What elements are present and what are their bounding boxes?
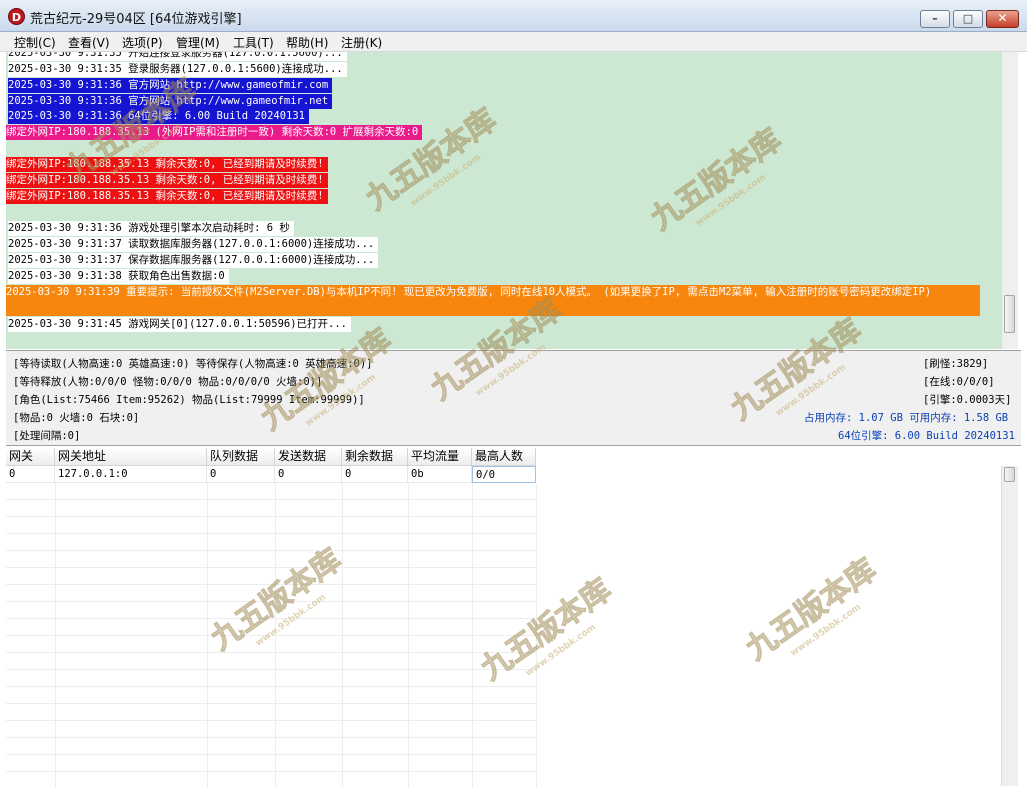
menu-tools[interactable]: 工具(T) <box>233 34 274 51</box>
status-items: [物品:0 火墙:0 石块:0] <box>13 412 140 424</box>
col-send-data[interactable]: 发送数据 <box>275 448 342 466</box>
app-icon: D <box>8 8 25 25</box>
log-line: 绑定外网IP:180.188.35.13 剩余天数:0, 已经到期请及时续费! <box>6 189 328 204</box>
cell-remaining-data: 0 <box>342 466 408 483</box>
status-online: [在线:0/0/0] <box>923 376 995 388</box>
menu-help[interactable]: 帮助(H) <box>286 34 328 51</box>
cell-queue-data: 0 <box>207 466 275 483</box>
log-scrollbar[interactable] <box>1001 52 1018 349</box>
log-line: 2025-03-30 9:31:38 获取角色出售数据:0 <box>8 269 229 284</box>
cell-avg-traffic: 0b <box>408 466 472 483</box>
log-line: 2025-03-30 9:31:37 保存数据库服务器(127.0.0.1:60… <box>8 253 379 268</box>
window-title: 荒古纪元-29号04区 [64位游戏引擎] <box>30 12 242 27</box>
menu-manage[interactable]: 管理(M) <box>176 34 220 51</box>
status-queue: [等待读取(人物高速:0 英雄高速:0) 等待保存(人物高速:0 英雄高速:0)… <box>13 358 373 370</box>
log-line: 2025-03-30 9:31:36 游戏处理引擎本次启动耗时: 6 秒 <box>8 221 294 236</box>
cell-gateway: 0 <box>6 466 55 483</box>
table-divider <box>408 483 409 788</box>
table-divider <box>536 483 537 788</box>
col-gateway[interactable]: 网关 <box>6 448 55 466</box>
close-button[interactable]: ✕ <box>986 10 1019 28</box>
cell-send-data: 0 <box>275 466 342 483</box>
status-interval: [处理间隔:0] <box>13 430 81 442</box>
log-line: 2025-03-30 9:31:45 游戏网关[0](127.0.0.1:505… <box>8 317 352 332</box>
table-divider <box>207 483 208 788</box>
log-panel[interactable]: 2025-03-30 9:31:35 开始连接登录服务器(127.0.0.1:5… <box>6 52 1001 349</box>
log-line: 2025-03-30 9:31:36 官方网站 http://www.gameo… <box>8 94 333 109</box>
log-line: 2025-03-30 9:31:35 登录服务器(127.0.0.1:5600)… <box>8 62 347 77</box>
menu-options[interactable]: 选项(P) <box>122 34 163 51</box>
maximize-button[interactable]: □ <box>953 10 983 28</box>
table-divider <box>342 483 343 788</box>
table-divider <box>275 483 276 788</box>
col-avg-traffic[interactable]: 平均流量 <box>408 448 472 466</box>
table-divider <box>55 483 56 788</box>
log-line: 绑定外网IP:180.188.35.13 剩余天数:0, 已经到期请及时续费! <box>6 157 328 172</box>
menu-register[interactable]: 注册(K) <box>341 34 382 51</box>
menu-bar: 控制(C) 查看(V) 选项(P) 管理(M) 工具(T) 帮助(H) 注册(K… <box>0 32 1027 52</box>
maximize-icon: □ <box>962 12 974 25</box>
log-line: 绑定外网IP:180.188.35.13 (外网IP需和注册时一致) 剩余天数:… <box>6 125 423 140</box>
status-engine-version: 64位引擎: 6.00 Build 20240131 <box>838 430 1015 442</box>
log-scroll-thumb[interactable] <box>1004 295 1015 333</box>
table-scrollbar[interactable] <box>1001 466 1018 786</box>
title-bar: D 荒古纪元-29号04区 [64位游戏引擎] – □ ✕ <box>0 0 1027 32</box>
table-scroll-thumb[interactable] <box>1004 467 1015 482</box>
status-spawn: [刷怪:3829] <box>923 358 989 370</box>
status-release: [等待释放(人物:0/0/0 怪物:0/0/0 物品:0/0/0/0 火墙:0)… <box>13 376 323 388</box>
gateway-table[interactable]: 网关 网关地址 队列数据 发送数据 剩余数据 平均流量 最高人数 0 127.0… <box>6 448 1007 788</box>
col-queue-data[interactable]: 队列数据 <box>207 448 275 466</box>
col-remaining-data[interactable]: 剩余数据 <box>342 448 408 466</box>
minimize-icon: – <box>932 12 938 25</box>
table-divider <box>472 483 473 788</box>
status-engine-days: [引擎:0.0003天] <box>923 394 1012 406</box>
minimize-button[interactable]: – <box>920 10 950 28</box>
log-line: 绑定外网IP:180.188.35.13 剩余天数:0, 已经到期请及时续费! <box>6 173 328 188</box>
log-line: 2025-03-30 9:31:36 官方网站 http://www.gameo… <box>8 78 333 93</box>
close-icon: ✕ <box>997 11 1008 25</box>
menu-control[interactable]: 控制(C) <box>14 34 56 51</box>
status-panel: [等待读取(人物高速:0 英雄高速:0) 等待保存(人物高速:0 英雄高速:0)… <box>6 350 1021 446</box>
status-memory: 占用内存: 1.07 GB 可用内存: 1.58 GB <box>804 412 1009 424</box>
col-gateway-address[interactable]: 网关地址 <box>55 448 207 466</box>
status-roles: [角色(List:75466 Item:95262) 物品(List:79999… <box>13 394 365 406</box>
log-line: 2025-03-30 9:31:37 读取数据库服务器(127.0.0.1:60… <box>8 237 379 252</box>
cell-max-users: 0/0 <box>472 466 536 483</box>
table-gridlines <box>6 483 536 788</box>
log-line: 2025-03-30 9:31:39 重要提示: 当前授权文件(M2Server… <box>6 285 980 316</box>
cell-gateway-address: 127.0.0.1:0 <box>55 466 207 483</box>
log-line: 2025-03-30 9:31:35 开始连接登录服务器(127.0.0.1:5… <box>8 52 347 61</box>
col-max-users[interactable]: 最高人数 <box>472 448 536 466</box>
log-line: 2025-03-30 9:31:36 64位引擎: 6.00 Build 202… <box>8 109 310 124</box>
menu-view[interactable]: 查看(V) <box>68 34 110 51</box>
